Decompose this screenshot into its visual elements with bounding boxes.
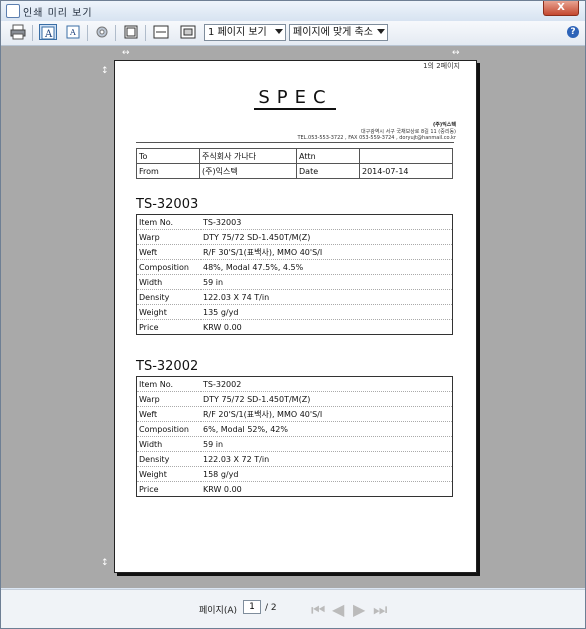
attn-label: Attn <box>296 148 360 164</box>
page-width-icon[interactable] <box>152 24 170 40</box>
company-address: 대구광역시 서구 국채보상로 8길 11 (중리동) <box>361 129 456 135</box>
page-number-input[interactable]: 1 <box>243 600 261 614</box>
svg-text:A: A <box>44 29 53 40</box>
header-table: To 주식회사 가나다 Attn From (주)익스텍 Date 2014-0… <box>136 148 453 179</box>
company-contact: TEL.053-553-3722 , FAX 053-559-3724 , do… <box>297 135 456 141</box>
next-page-icon[interactable]: ▶ <box>353 600 365 619</box>
table-row: Composition 6%, Modal 52%, 42% <box>136 421 453 437</box>
last-page-icon[interactable]: ⏭ <box>373 600 387 620</box>
date-label: Date <box>296 163 360 179</box>
preview-page: 1의 2페이지 SPEC (주)익스텍 대구광역시 서구 국채보상로 8길 11… <box>114 60 477 573</box>
table-row: Composition 48%, Modal 47.5%, 4.5% <box>136 259 453 275</box>
table-row: Weight 158 g/yd <box>136 466 453 482</box>
margin-marker-bottom-icon[interactable]: ↕ <box>101 558 109 568</box>
title-underline <box>254 108 336 110</box>
zoom-mode-select[interactable]: 페이지에 맞게 축소 <box>289 24 388 41</box>
table-row: Weft R/F 30'S/1(표백사), MMO 40'S/I <box>136 244 453 260</box>
table-row: Weft R/F 20'S/1(표백사), MMO 40'S/I <box>136 406 453 422</box>
table-row: Width 59 in <box>136 274 453 290</box>
toolbar: A A 1 페이지 보기 페이지에 맞게 축소 ? <box>1 21 585 46</box>
chevron-down-icon <box>377 29 385 34</box>
help-icon[interactable]: ? <box>567 26 579 38</box>
title-bar: 인쇄 미리 보기 X <box>1 1 585 21</box>
section-title: TS-32002 <box>136 359 199 374</box>
print-icon[interactable] <box>9 24 27 40</box>
attn-value <box>359 148 453 164</box>
svg-text:A: A <box>69 28 76 37</box>
table-row: Weight 135 g/yd <box>136 304 453 320</box>
company-name: (주)익스텍 <box>433 122 456 128</box>
to-label: To <box>136 148 200 164</box>
from-value: (주)익스텍 <box>199 163 297 179</box>
from-label: From <box>136 163 200 179</box>
table-row: Item No. TS-32002 <box>136 376 453 392</box>
zoom-mode-value: 페이지에 맞게 축소 <box>293 27 373 38</box>
table-row: Warp DTY 75/72 SD-1.450T/M(Z) <box>136 391 453 407</box>
status-bar: 페이지(A) 1 / 2 ⏮ ◀ ▶ ⏭ <box>1 589 585 628</box>
shrink-to-fit-icon[interactable] <box>179 24 197 40</box>
close-button[interactable]: X <box>543 1 579 16</box>
full-page-icon[interactable] <box>122 24 140 40</box>
table-row: Density 122.03 X 72 T/in <box>136 451 453 467</box>
table-row: Width 59 in <box>136 436 453 452</box>
table-row: Item No. TS-32003 <box>136 214 453 230</box>
divider <box>136 142 454 143</box>
preview-area: ↔ ↔ ↕ ↕ 1의 2페이지 SPEC (주)익스텍 대구광역시 서구 국채보… <box>1 46 585 588</box>
page-total: / 2 <box>265 603 277 613</box>
table-row: Price KRW 0.00 <box>136 481 453 497</box>
view-mode-value: 1 페이지 보기 <box>208 27 267 38</box>
table-row: Price KRW 0.00 <box>136 319 453 335</box>
margin-marker-right-icon[interactable]: ↔ <box>452 48 460 58</box>
section-title: TS-32003 <box>136 197 199 212</box>
app-icon <box>6 4 20 18</box>
margin-marker-left-icon[interactable]: ↔ <box>122 48 130 58</box>
window-title: 인쇄 미리 보기 <box>23 8 93 19</box>
page-indicator: 1의 2페이지 <box>423 62 460 70</box>
view-mode-select[interactable]: 1 페이지 보기 <box>204 24 286 41</box>
margin-marker-top-icon[interactable]: ↕ <box>101 66 109 76</box>
first-page-icon[interactable]: ⏮ <box>311 600 325 620</box>
chevron-down-icon <box>275 29 283 34</box>
table-row: Warp DTY 75/72 SD-1.450T/M(Z) <box>136 229 453 245</box>
zoom-in-font-icon[interactable]: A <box>39 24 57 40</box>
previous-page-icon[interactable]: ◀ <box>332 600 344 619</box>
table-row: Density 122.03 X 74 T/in <box>136 289 453 305</box>
page-label: 페이지(A) <box>199 606 238 616</box>
document-title: SPEC <box>258 87 333 108</box>
spec-table: Item No. TS-32003 Warp DTY 75/72 SD-1.450T… <box>136 214 453 335</box>
zoom-out-font-icon[interactable]: A <box>64 24 82 40</box>
to-value: 주식회사 가나다 <box>199 148 297 164</box>
date-value: 2014-07-14 <box>359 163 453 179</box>
print-preview-window: 인쇄 미리 보기 X A A 1 페이지 보기 페이지에 맞게 축소 ? ↔ ↔… <box>0 0 586 629</box>
options-icon[interactable] <box>93 24 111 40</box>
spec-table: Item No. TS-32002 Warp DTY 75/72 SD-1.450T… <box>136 376 453 497</box>
